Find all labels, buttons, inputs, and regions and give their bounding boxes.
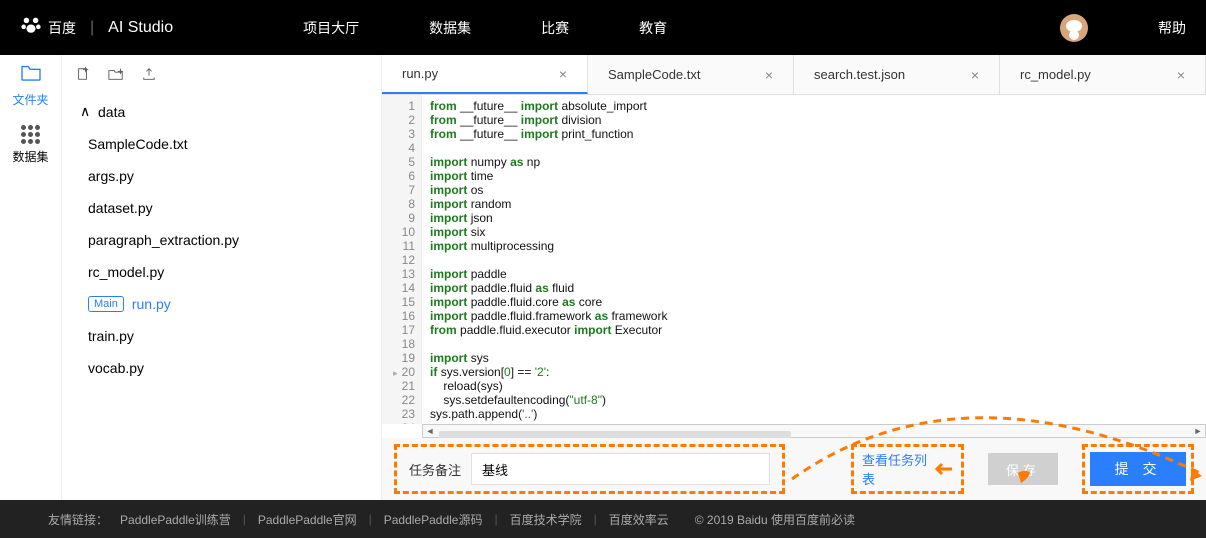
file-args[interactable]: args.py (70, 160, 373, 192)
logo-divider: | (90, 19, 94, 37)
scroll-right-arrow-icon[interactable]: ► (1191, 426, 1205, 436)
footer-link-0[interactable]: PaddlePaddle训练营 (120, 511, 231, 528)
close-icon[interactable]: × (1177, 67, 1185, 83)
main: 文件夹 数据集 ∧ data SampleCode.txt args.py da… (0, 55, 1206, 500)
tab-samplecode[interactable]: SampleCode.txt× (588, 55, 794, 94)
nav-right: 帮助 (1060, 14, 1186, 42)
tab-rc-model[interactable]: rc_model.py× (1000, 55, 1206, 94)
save-button[interactable]: 保存 (988, 453, 1058, 485)
code-editor[interactable]: ◀ 12345678910111213141516171819202122232… (382, 95, 1206, 424)
new-file-icon[interactable] (76, 67, 90, 84)
file-run[interactable]: Main run.py (70, 288, 373, 320)
upload-icon[interactable] (142, 67, 156, 84)
footer-prefix: 友情链接： (48, 511, 108, 528)
rail-files[interactable]: 文件夹 (0, 55, 61, 115)
h-scrollbar[interactable]: ◄ ► (422, 424, 1206, 438)
tab-search-test[interactable]: search.test.json× (794, 55, 1000, 94)
file-paragraph-extraction[interactable]: paragraph_extraction.py (70, 224, 373, 256)
tasklist-group: 查看任务列表 (851, 444, 964, 494)
submit-group: 提 交 (1082, 444, 1194, 494)
avatar[interactable] (1060, 14, 1088, 42)
nav-competitions[interactable]: 比赛 (541, 18, 569, 38)
rail-files-label: 文件夹 (12, 91, 48, 108)
footer-link-1[interactable]: PaddlePaddle官网 (258, 511, 357, 528)
rail-datasets-label: 数据集 (12, 148, 48, 165)
arrow-left-icon (934, 459, 953, 479)
remark-label: 任务备注 (409, 460, 461, 479)
line-gutter: 123456789101112131415161718192021222324 (382, 95, 422, 424)
tab-run[interactable]: run.py× (382, 55, 588, 94)
editor-tabs: run.py× SampleCode.txt× search.test.json… (382, 55, 1206, 95)
logo-baidu-text: 百度 (48, 18, 76, 38)
file-dataset[interactable]: dataset.py (70, 192, 373, 224)
nav-datasets[interactable]: 数据集 (429, 18, 471, 38)
close-icon[interactable]: × (971, 67, 979, 83)
file-panel: ∧ data SampleCode.txt args.py dataset.py… (62, 55, 382, 500)
file-tree: ∧ data SampleCode.txt args.py dataset.py… (62, 95, 381, 384)
submit-button[interactable]: 提 交 (1090, 452, 1186, 486)
grid-icon (21, 125, 40, 144)
file-train[interactable]: train.py (70, 320, 373, 352)
file-toolbar (62, 55, 381, 95)
help-link[interactable]: 帮助 (1158, 18, 1186, 38)
nav-education[interactable]: 教育 (639, 18, 667, 38)
remark-input[interactable] (471, 453, 770, 485)
footer-link-2[interactable]: PaddlePaddle源码 (384, 511, 483, 528)
footer-copyright: © 2019 Baidu 使用百度前必读 (695, 511, 855, 528)
folder-data[interactable]: ∧ data (70, 95, 373, 128)
new-folder-icon[interactable] (108, 67, 124, 84)
footer-link-3[interactable]: 百度技术学院 (510, 511, 582, 528)
folder-label: data (98, 104, 125, 120)
rail-datasets[interactable]: 数据集 (0, 115, 61, 175)
file-samplecode[interactable]: SampleCode.txt (70, 128, 373, 160)
footer-link-4[interactable]: 百度效率云 (609, 511, 669, 528)
editor-area: run.py× SampleCode.txt× search.test.json… (382, 55, 1206, 500)
nav-projects[interactable]: 项目大厅 (303, 18, 359, 38)
file-run-label: run.py (132, 296, 171, 312)
logo[interactable]: 百度 | AI Studio (20, 14, 173, 41)
code-body[interactable]: from __future__ import absolute_importfr… (422, 95, 1206, 424)
close-icon[interactable]: × (559, 66, 567, 82)
nav-links: 项目大厅 数据集 比赛 教育 (303, 18, 667, 38)
paw-icon (20, 14, 42, 41)
file-vocab[interactable]: vocab.py (70, 352, 373, 384)
tasklist-link[interactable]: 查看任务列表 (862, 450, 934, 488)
main-badge: Main (88, 296, 124, 312)
logo-substudio: AI Studio (108, 19, 173, 37)
close-icon[interactable]: × (765, 67, 773, 83)
file-rc-model[interactable]: rc_model.py (70, 256, 373, 288)
scroll-left-arrow-icon[interactable]: ◄ (423, 426, 437, 436)
top-nav: 百度 | AI Studio 项目大厅 数据集 比赛 教育 帮助 (0, 0, 1206, 55)
footer: 友情链接： PaddlePaddle训练营| PaddlePaddle官网| P… (0, 500, 1206, 538)
remark-group: 任务备注 (394, 444, 785, 494)
caret-icon: ∧ (80, 103, 90, 120)
submit-bar: 任务备注 查看任务列表 保存 提 交 (382, 438, 1206, 500)
folder-icon (20, 63, 42, 87)
left-rail: 文件夹 数据集 (0, 55, 62, 500)
